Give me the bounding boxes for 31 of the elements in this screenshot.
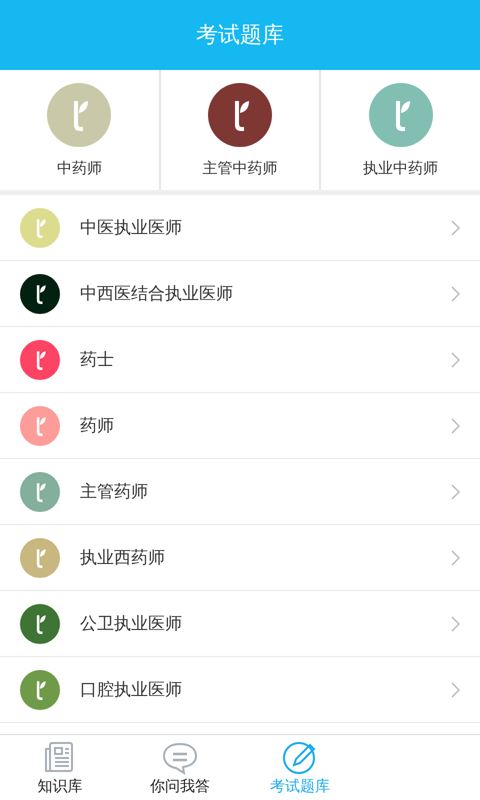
list-item[interactable]: 执业西药师 (0, 525, 480, 591)
nav-tab[interactable]: 你问我答 (120, 735, 240, 800)
list-item[interactable]: 中医执业医师 (0, 195, 480, 261)
chevron-icon (451, 352, 460, 368)
list-item[interactable]: 主管药师 (0, 459, 480, 525)
item-label: 药士 (80, 349, 115, 371)
chevron-icon (451, 616, 460, 632)
item-label: 中西医结合执业医师 (80, 283, 234, 305)
chevron-icon (451, 418, 460, 434)
item-label: 主管药师 (80, 481, 149, 503)
nav-tab[interactable]: 知识库 (0, 735, 120, 800)
item-label: 中医执业医师 (80, 217, 183, 239)
item-label: 口腔执业医师 (80, 679, 183, 701)
chevron-icon (451, 286, 460, 302)
item-label: 公卫执业医师 (80, 613, 183, 635)
chevron-icon (451, 484, 460, 500)
category-tile[interactable]: 中药师 (0, 70, 159, 190)
category-tile[interactable]: 执业中药师 (321, 70, 480, 190)
chevron-icon (451, 220, 460, 236)
list-item[interactable]: 口腔执业医师 (0, 657, 480, 723)
list-item[interactable]: 药师 (0, 393, 480, 459)
list-item[interactable]: 药士 (0, 327, 480, 393)
pen-icon (282, 739, 318, 775)
list-item[interactable]: 中西医结合执业医师 (0, 261, 480, 327)
item-label: 执业西药师 (80, 547, 166, 569)
item-label: 药师 (80, 415, 115, 437)
list-item[interactable]: 公卫执业医师 (0, 591, 480, 657)
chevron-icon (451, 682, 460, 698)
category-tile[interactable]: 主管中药师 (160, 70, 320, 190)
chevron-icon (451, 550, 460, 566)
page-title: 考试题库 (196, 22, 284, 50)
